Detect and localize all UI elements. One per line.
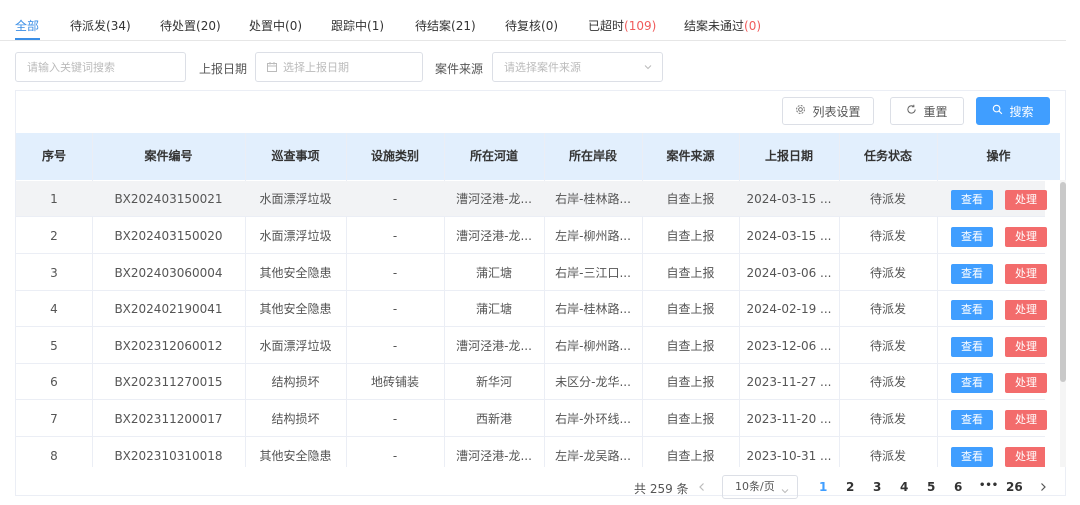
col-header-actions: 操作 xyxy=(986,149,1011,163)
page-6[interactable]: 6 xyxy=(954,480,962,494)
date-label: 上报日期 xyxy=(199,62,248,76)
status-tabs: 全部 待派发(34) 待处置(20) 处置中(0) 跟踪中(1) 待结案(21)… xyxy=(0,0,1066,41)
handle-button[interactable]: 处理 xyxy=(1005,190,1047,210)
tab-pending-review[interactable]: 待复核(0) xyxy=(505,17,558,34)
search-button[interactable]: 搜索 xyxy=(976,97,1050,125)
page-26[interactable]: 26 xyxy=(1006,480,1023,494)
page-2[interactable]: 2 xyxy=(846,480,854,494)
tab-overdue[interactable]: 已超时(109) xyxy=(588,17,656,34)
handle-button[interactable]: 处理 xyxy=(1005,373,1047,393)
refresh-icon xyxy=(906,104,917,118)
col-header-facility-type: 设施类别 xyxy=(370,149,419,163)
col-header-index: 序号 xyxy=(41,149,66,163)
source-placeholder: 请选择案件来源 xyxy=(504,61,581,74)
page-size-select[interactable]: 10条/页 xyxy=(722,475,798,499)
table-row[interactable]: 4 BX202402190041 其他安全隐患 - 蒲汇塘 右岸-桂林路... … xyxy=(16,291,1047,327)
reset-button[interactable]: 重置 xyxy=(890,97,964,125)
date-placeholder: 选择上报日期 xyxy=(283,61,349,74)
col-header-inspection-item: 巡查事项 xyxy=(271,149,320,163)
total-count: 共 259 条 xyxy=(634,482,689,496)
case-source-select[interactable]: 请选择案件来源 xyxy=(492,52,663,82)
view-button[interactable]: 查看 xyxy=(951,410,993,430)
active-tab-indicator xyxy=(15,38,40,40)
table-row[interactable]: 8 BX202310310018 其他安全隐患 - 漕河泾港-龙... 左岸-龙… xyxy=(16,438,1045,467)
handle-button[interactable]: 处理 xyxy=(1005,300,1047,320)
source-label: 案件来源 xyxy=(435,62,484,76)
table-row[interactable]: 1 BX202403150021 水面漂浮垃圾 - 漕河泾港-龙... 右岸-桂… xyxy=(16,181,1047,217)
keyword-placeholder: 请输入关键词搜索 xyxy=(27,61,115,74)
gear-icon xyxy=(795,104,806,118)
tab-pending-handle[interactable]: 待处置(20) xyxy=(160,17,221,34)
handle-button[interactable]: 处理 xyxy=(1005,264,1047,284)
view-button[interactable]: 查看 xyxy=(951,227,993,247)
col-header-report-date: 上报日期 xyxy=(764,149,813,163)
col-header-status: 任务状态 xyxy=(863,149,912,163)
view-button[interactable]: 查看 xyxy=(951,264,993,284)
page-ellipsis[interactable]: ••• xyxy=(979,480,998,491)
calendar-icon xyxy=(267,62,277,72)
search-icon xyxy=(992,104,1003,118)
view-button[interactable]: 查看 xyxy=(951,190,993,210)
page-4[interactable]: 4 xyxy=(900,480,908,494)
table-row[interactable]: 2 BX202403150020 水面漂浮垃圾 - 漕河泾港-龙... 左岸-柳… xyxy=(16,218,1047,254)
col-header-bank-section: 所在岸段 xyxy=(568,149,617,163)
handle-button[interactable]: 处理 xyxy=(1005,410,1047,430)
page-3[interactable]: 3 xyxy=(873,480,881,494)
column-settings-button[interactable]: 列表设置 xyxy=(782,97,874,125)
keyword-search-input[interactable]: 请输入关键词搜索 xyxy=(15,52,186,82)
table-row[interactable]: 5 BX202312060012 水面漂浮垃圾 - 漕河泾港-龙... 右岸-柳… xyxy=(16,328,1047,364)
table-row[interactable]: 3 BX202403060004 其他安全隐患 - 蒲汇塘 右岸-三江口... … xyxy=(16,255,1047,291)
page-5[interactable]: 5 xyxy=(927,480,935,494)
chevron-down-icon xyxy=(780,482,790,504)
view-button[interactable]: 查看 xyxy=(951,447,993,467)
tab-tracking[interactable]: 跟踪中(1) xyxy=(331,17,384,34)
col-header-case-no: 案件编号 xyxy=(144,149,193,163)
tab-close-rejected[interactable]: 结案未通过(0) xyxy=(684,17,761,34)
tab-handling[interactable]: 处置中(0) xyxy=(249,17,302,34)
tab-pending-dispatch[interactable]: 待派发(34) xyxy=(70,17,131,34)
tab-all[interactable]: 全部 xyxy=(15,17,39,34)
table-scrollbar-thumb[interactable] xyxy=(1060,182,1066,382)
col-header-source: 案件来源 xyxy=(666,149,715,163)
prev-page-icon[interactable] xyxy=(697,481,707,496)
chevron-down-icon xyxy=(643,62,653,75)
tab-pending-close[interactable]: 待结案(21) xyxy=(415,17,476,34)
col-header-river: 所在河道 xyxy=(469,149,518,163)
table-row[interactable]: 6 BX202311270015 结构损坏 地砖铺装 新华河 未区分-龙华...… xyxy=(16,364,1047,400)
view-button[interactable]: 查看 xyxy=(951,337,993,357)
handle-button[interactable]: 处理 xyxy=(1005,337,1047,357)
handle-button[interactable]: 处理 xyxy=(1005,447,1045,467)
view-button[interactable]: 查看 xyxy=(951,373,993,393)
table-header: 序号 案件编号 巡查事项 设施类别 所在河道 所在岸段 案件来源 上报日期 任务… xyxy=(16,133,1060,180)
report-date-picker[interactable]: 选择上报日期 xyxy=(255,52,423,82)
view-button[interactable]: 查看 xyxy=(951,300,993,320)
next-page-icon[interactable] xyxy=(1038,481,1048,496)
handle-button[interactable]: 处理 xyxy=(1005,227,1047,247)
page-1[interactable]: 1 xyxy=(819,480,827,494)
table-row[interactable]: 7 BX202311200017 结构损坏 - 西新港 右岸-外环线... 自查… xyxy=(16,401,1047,437)
